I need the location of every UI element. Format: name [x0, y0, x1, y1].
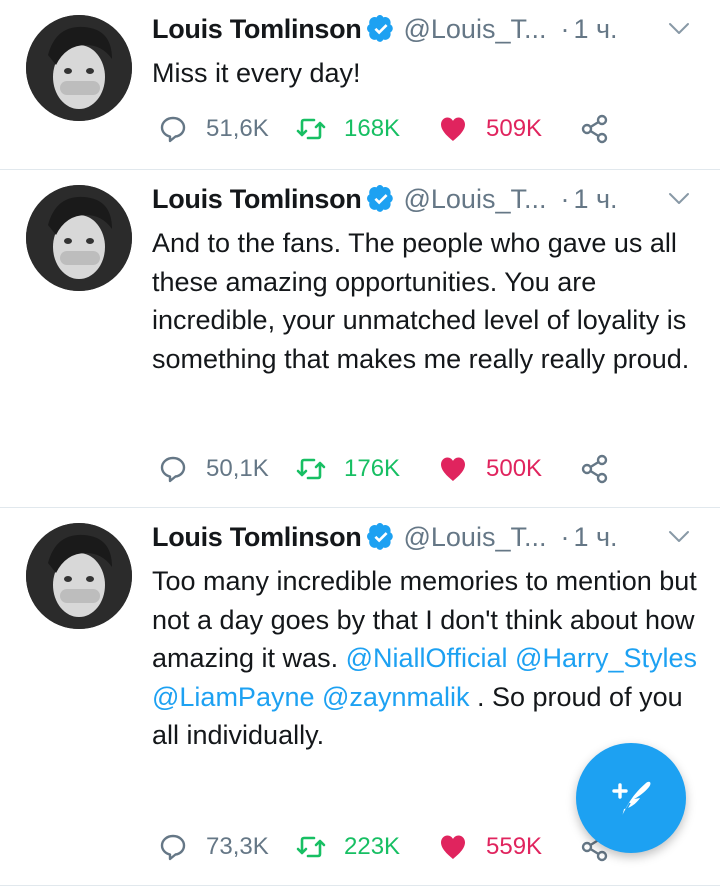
- retweet-count: 168K: [344, 115, 401, 142]
- tweet-header: Louis Tomlinson @Louis_T... · 1 ч.: [152, 517, 618, 557]
- reply-icon: [158, 454, 188, 484]
- heart-icon: [438, 454, 468, 484]
- heart-icon: [438, 114, 468, 144]
- like-button[interactable]: 500K: [438, 452, 542, 486]
- author-handle[interactable]: @Louis_T...: [403, 14, 546, 45]
- reply-count: 51,6K: [206, 115, 269, 142]
- retweet-button[interactable]: 176K: [296, 452, 400, 486]
- share-button[interactable]: [580, 452, 610, 486]
- retweet-icon: [296, 454, 326, 484]
- retweet-icon: [296, 114, 326, 144]
- reply-count: 73,3K: [206, 833, 269, 860]
- separator-dot: ·: [560, 521, 570, 552]
- verified-badge-icon: [367, 185, 395, 213]
- separator-dot: ·: [560, 183, 570, 214]
- author-handle[interactable]: @Louis_T...: [403, 184, 546, 215]
- timestamp[interactable]: 1 ч.: [573, 14, 617, 45]
- reply-button[interactable]: 50,1K: [158, 452, 269, 486]
- tweet-header: Louis Tomlinson @Louis_T... · 1 ч.: [152, 9, 618, 49]
- reply-count: 50,1K: [206, 455, 269, 482]
- author-handle[interactable]: @Louis_T...: [403, 522, 546, 553]
- mention-link[interactable]: @zaynmalik: [322, 682, 469, 712]
- avatar[interactable]: [26, 523, 132, 629]
- reply-button[interactable]: 73,3K: [158, 830, 269, 864]
- share-icon: [580, 114, 610, 144]
- retweet-icon: [296, 832, 326, 862]
- compose-tweet-icon: [604, 771, 658, 825]
- author-name[interactable]: Louis Tomlinson: [152, 184, 362, 215]
- mention-link[interactable]: @Harry_Styles: [515, 643, 697, 673]
- like-count: 509K: [486, 115, 543, 142]
- tweet-text: Miss it every day!: [152, 58, 361, 88]
- like-button[interactable]: 559K: [438, 830, 542, 864]
- verified-badge-icon: [367, 15, 395, 43]
- retweet-button[interactable]: 168K: [296, 112, 400, 146]
- retweet-count: 176K: [344, 455, 401, 482]
- compose-tweet-button[interactable]: [576, 743, 686, 853]
- like-button[interactable]: 509K: [438, 112, 542, 146]
- reply-icon: [158, 832, 188, 862]
- author-name[interactable]: Louis Tomlinson: [152, 14, 362, 45]
- heart-icon: [438, 832, 468, 862]
- mention-link[interactable]: @NiallOfficial: [346, 643, 508, 673]
- separator-dot: ·: [560, 13, 570, 44]
- tweet-text: And to the fans. The people who gave us …: [152, 228, 690, 374]
- tweet-text: Too many incredible memories to mention …: [152, 562, 712, 755]
- reply-icon: [158, 114, 188, 144]
- share-button[interactable]: [580, 112, 610, 146]
- like-count: 500K: [486, 455, 543, 482]
- retweet-count: 223K: [344, 833, 401, 860]
- tweet[interactable]: Louis Tomlinson @Louis_T... · 1 ч. Miss …: [0, 0, 720, 170]
- share-icon: [580, 454, 610, 484]
- tweet[interactable]: Louis Tomlinson @Louis_T... · 1 ч. And t…: [0, 170, 720, 508]
- author-name[interactable]: Louis Tomlinson: [152, 522, 362, 553]
- verified-badge-icon: [367, 523, 395, 551]
- chevron-down-icon[interactable]: [665, 522, 693, 550]
- mention-link[interactable]: @LiamPayne: [152, 682, 315, 712]
- avatar[interactable]: [26, 185, 132, 291]
- timestamp[interactable]: 1 ч.: [573, 522, 617, 553]
- retweet-button[interactable]: 223K: [296, 830, 400, 864]
- chevron-down-icon[interactable]: [665, 14, 693, 42]
- chevron-down-icon[interactable]: [665, 184, 693, 212]
- avatar[interactable]: [26, 15, 132, 121]
- timestamp[interactable]: 1 ч.: [573, 184, 617, 215]
- tweet-header: Louis Tomlinson @Louis_T... · 1 ч.: [152, 179, 618, 219]
- like-count: 559K: [486, 833, 543, 860]
- reply-button[interactable]: 51,6K: [158, 112, 269, 146]
